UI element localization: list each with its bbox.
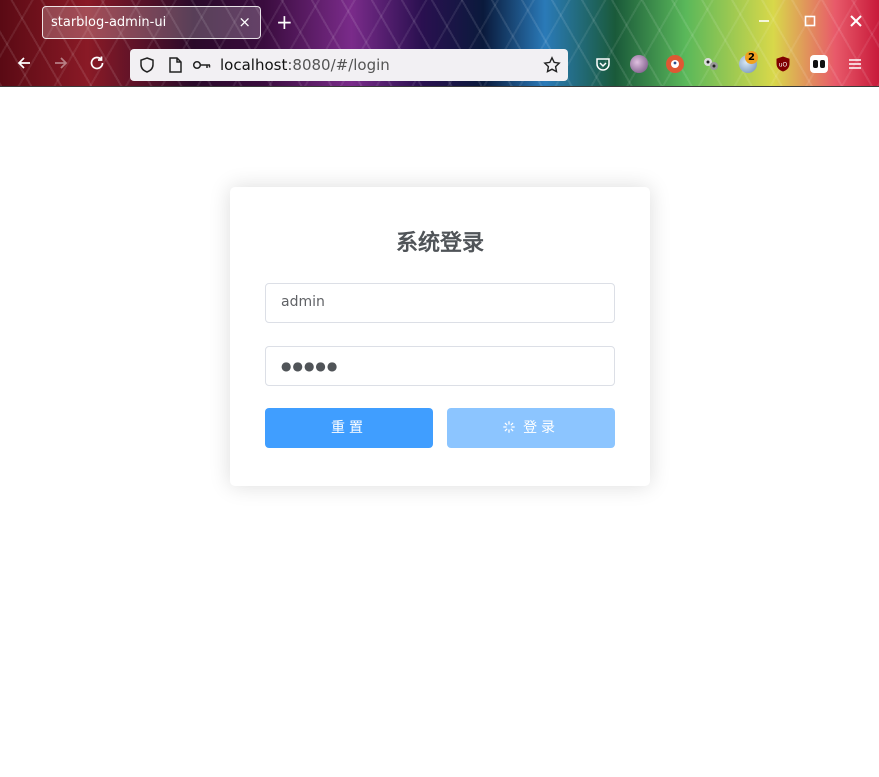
back-arrow-icon[interactable] bbox=[13, 54, 35, 76]
new-tab-button[interactable]: + bbox=[276, 11, 293, 33]
login-button-label: 登录 bbox=[523, 420, 560, 436]
extension-icon[interactable] bbox=[810, 55, 828, 73]
forward-arrow-icon[interactable] bbox=[50, 54, 72, 76]
maximize-icon[interactable] bbox=[799, 12, 821, 34]
reset-button-label: 重置 bbox=[331, 420, 367, 436]
extension-badge: 2 bbox=[745, 51, 758, 64]
url-path: :8080/#/login bbox=[287, 56, 390, 74]
page-title: 系统登录 bbox=[395, 231, 484, 256]
spinner-icon bbox=[503, 421, 519, 436]
extension-icon[interactable] bbox=[702, 55, 720, 73]
password-value: ●●●●● bbox=[281, 359, 339, 373]
ublock-icon[interactable]: uO bbox=[774, 55, 792, 73]
username-value: admin bbox=[281, 294, 325, 310]
browser-tab[interactable]: starblog-admin-ui × bbox=[42, 6, 261, 39]
browser-chrome: starblog-admin-ui × + localhost:8080/#/l… bbox=[0, 0, 879, 87]
minimize-icon[interactable] bbox=[753, 12, 775, 34]
close-window-icon[interactable] bbox=[845, 12, 867, 34]
url-host: localhost bbox=[220, 56, 288, 74]
reload-icon[interactable] bbox=[86, 54, 108, 76]
menu-icon[interactable] bbox=[846, 55, 864, 73]
extension-icon[interactable] bbox=[630, 55, 648, 73]
pocket-icon[interactable] bbox=[594, 55, 612, 73]
page-icon[interactable] bbox=[166, 56, 184, 74]
key-icon[interactable] bbox=[192, 56, 211, 74]
address-bar[interactable]: localhost:8080/#/login bbox=[130, 49, 568, 81]
password-field[interactable]: ●●●●● bbox=[265, 346, 615, 386]
reset-button[interactable]: 重置 bbox=[265, 408, 433, 448]
tab-close-icon[interactable]: × bbox=[238, 13, 251, 31]
svg-text:uO: uO bbox=[779, 62, 788, 69]
url-text[interactable]: localhost:8080/#/login bbox=[220, 56, 390, 74]
shield-icon[interactable] bbox=[138, 56, 156, 74]
login-card: 系统登录 admin ●●●●● 重置 登录 bbox=[230, 187, 650, 486]
tab-title: starblog-admin-ui bbox=[51, 15, 167, 30]
star-icon[interactable] bbox=[543, 56, 561, 74]
login-button[interactable]: 登录 bbox=[447, 408, 615, 448]
duckduckgo-icon[interactable] bbox=[666, 55, 684, 73]
username-field[interactable]: admin bbox=[265, 283, 615, 323]
